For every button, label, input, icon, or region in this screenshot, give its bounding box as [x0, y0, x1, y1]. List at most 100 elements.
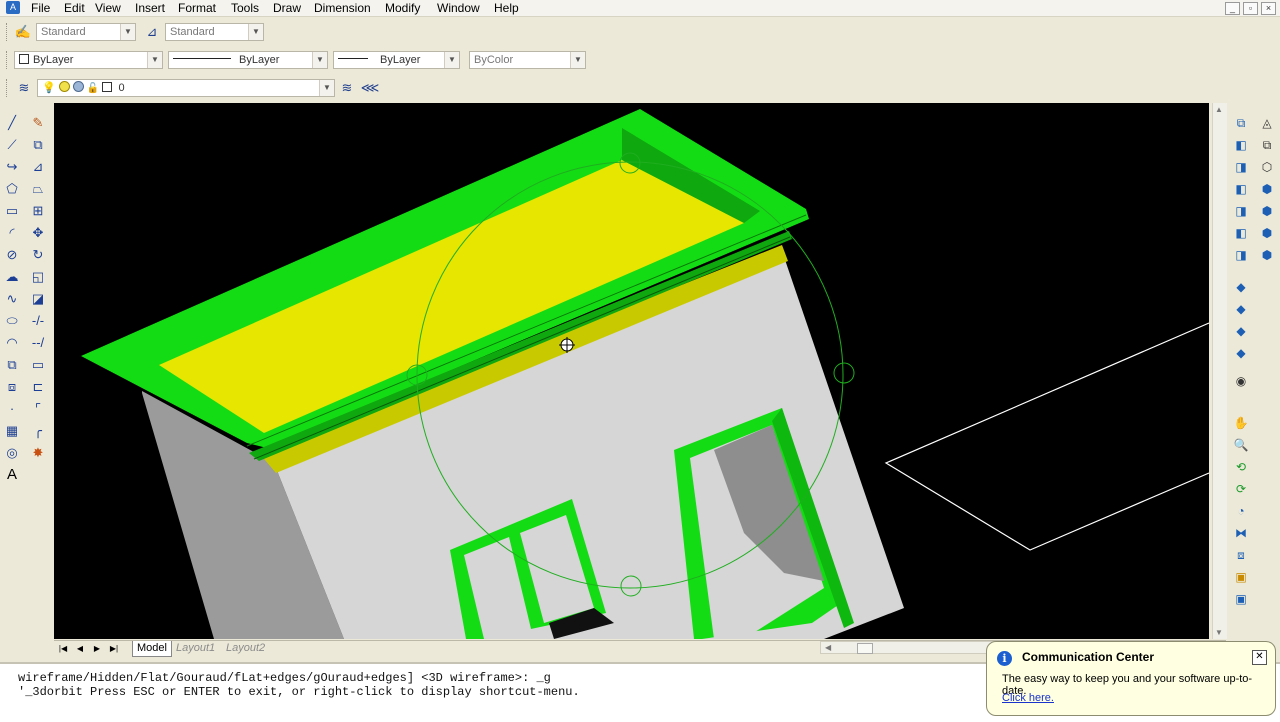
- toolbar-grip[interactable]: [6, 79, 10, 97]
- 2d-wireframe-icon[interactable]: ◬: [1256, 112, 1278, 134]
- make-object-layer-current-icon[interactable]: ≋: [337, 79, 357, 97]
- autocad-app-icon[interactable]: A: [6, 1, 20, 14]
- top-view-icon[interactable]: ◧: [1230, 134, 1252, 156]
- menu-window[interactable]: Window: [435, 0, 482, 16]
- break-icon[interactable]: ⊏: [27, 376, 49, 398]
- menu-file[interactable]: File: [29, 0, 52, 16]
- make-block-icon[interactable]: ⧈: [1, 376, 23, 398]
- prev-tab-icon[interactable]: ◀: [73, 642, 87, 655]
- color-control[interactable]: ByLayer ▼: [14, 51, 163, 69]
- tab-layout2[interactable]: Layout2: [222, 641, 269, 656]
- camera-icon[interactable]: ◉: [1230, 370, 1252, 392]
- spline-icon[interactable]: ∿: [1, 288, 23, 310]
- explode-icon[interactable]: ✸: [27, 442, 49, 464]
- insert-block-icon[interactable]: ⧉: [1, 354, 23, 376]
- toolbar-grip[interactable]: [6, 51, 10, 69]
- arc-icon[interactable]: ◜: [1, 222, 23, 244]
- menu-view[interactable]: View: [93, 0, 123, 16]
- ne-iso-view-icon[interactable]: ◆: [1230, 320, 1252, 342]
- trim-icon[interactable]: -/-: [27, 310, 49, 332]
- back-clip-icon[interactable]: ▣: [1230, 588, 1252, 610]
- linetype-control[interactable]: ByLayer ▼: [168, 51, 328, 69]
- layer-control[interactable]: 💡 🔓 0 ▼: [37, 79, 335, 97]
- se-iso-view-icon[interactable]: ◆: [1230, 298, 1252, 320]
- tab-layout1[interactable]: Layout1: [172, 641, 219, 656]
- named-views-icon[interactable]: ⧉: [1230, 112, 1252, 134]
- menu-modify[interactable]: Modify: [383, 0, 422, 16]
- flat-edges-icon[interactable]: ⬢: [1256, 222, 1278, 244]
- sw-iso-view-icon[interactable]: ◆: [1230, 276, 1252, 298]
- close-icon[interactable]: ✕: [1252, 650, 1267, 665]
- offset-icon[interactable]: ⏢: [27, 178, 49, 200]
- tab-model[interactable]: Model: [132, 641, 172, 657]
- move-icon[interactable]: ✥: [27, 222, 49, 244]
- copy-icon[interactable]: ⧉: [27, 134, 49, 156]
- ellipse-arc-icon[interactable]: ◠: [1, 332, 23, 354]
- line-tool-icon[interactable]: ╱: [1, 112, 23, 134]
- scroll-up-icon[interactable]: ▲: [1215, 105, 1223, 114]
- dim-style-select[interactable]: Standard ▼: [165, 23, 264, 41]
- 3d-wireframe-icon[interactable]: ⧉: [1256, 134, 1278, 156]
- orbit-handle-right[interactable]: [833, 362, 855, 384]
- scroll-down-icon[interactable]: ▼: [1215, 628, 1223, 637]
- lineweight-control[interactable]: ByLayer ▼: [333, 51, 460, 69]
- flat-shaded-icon[interactable]: ⬢: [1256, 178, 1278, 200]
- vertical-scrollbar[interactable]: ▲ ▼: [1212, 103, 1227, 639]
- toolbar-grip[interactable]: [6, 23, 10, 41]
- gouraud-edges-icon[interactable]: ⬢: [1256, 244, 1278, 266]
- last-tab-icon[interactable]: ▶|: [107, 642, 121, 655]
- fillet-icon[interactable]: ╭: [27, 420, 49, 442]
- scale-icon[interactable]: ◱: [27, 266, 49, 288]
- menu-draw[interactable]: Draw: [271, 0, 303, 16]
- text-style-icon[interactable]: ✍: [13, 23, 33, 41]
- scroll-thumb[interactable]: [857, 643, 873, 654]
- continuous-orbit-icon[interactable]: ⟳: [1230, 478, 1252, 500]
- clip-icon[interactable]: ⧈: [1230, 544, 1252, 566]
- erase-icon[interactable]: ✎: [27, 112, 49, 134]
- extend-icon[interactable]: --/: [27, 332, 49, 354]
- mirror-icon[interactable]: ⊿: [27, 156, 49, 178]
- 3d-orbit-icon[interactable]: ⟲: [1230, 456, 1252, 478]
- text-style-select[interactable]: Standard ▼: [36, 23, 136, 41]
- layer-previous-icon[interactable]: ⋘: [360, 79, 380, 97]
- next-tab-icon[interactable]: ▶: [90, 642, 104, 655]
- rectangle-icon[interactable]: ▭: [1, 200, 23, 222]
- ellipse-icon[interactable]: ⬭: [1, 310, 23, 332]
- menu-edit[interactable]: Edit: [62, 0, 87, 16]
- rotate-icon[interactable]: ↻: [27, 244, 49, 266]
- multiline-text-icon[interactable]: A: [1, 464, 23, 486]
- layer-manager-icon[interactable]: ≋: [14, 79, 34, 97]
- plotstyle-control[interactable]: ByColor ▼: [469, 51, 586, 69]
- right-view-icon[interactable]: ◨: [1230, 200, 1252, 222]
- polyline-icon[interactable]: ↪: [1, 156, 23, 178]
- circle-icon[interactable]: ⊘: [1, 244, 23, 266]
- stretch-icon[interactable]: ◪: [27, 288, 49, 310]
- close-button[interactable]: ×: [1261, 2, 1276, 15]
- nw-iso-view-icon[interactable]: ◆: [1230, 342, 1252, 364]
- region-icon[interactable]: ◎: [1, 442, 23, 464]
- menu-format[interactable]: Format: [176, 0, 218, 16]
- click-here-link[interactable]: Click here.: [1002, 692, 1054, 704]
- menu-tools[interactable]: Tools: [229, 0, 261, 16]
- array-icon[interactable]: ⊞: [27, 200, 49, 222]
- model-viewport[interactable]: [54, 103, 1209, 639]
- chamfer-icon[interactable]: ⌜: [27, 398, 49, 420]
- zoom-realtime-icon[interactable]: 🔍: [1230, 434, 1252, 456]
- restore-button[interactable]: ▫: [1243, 2, 1258, 15]
- break-at-point-icon[interactable]: ▭: [27, 354, 49, 376]
- left-view-icon[interactable]: ◧: [1230, 178, 1252, 200]
- hatch-icon[interactable]: ▦: [1, 420, 23, 442]
- point-icon[interactable]: ·: [1, 398, 23, 420]
- minimize-button[interactable]: _: [1225, 2, 1240, 15]
- menu-help[interactable]: Help: [492, 0, 521, 16]
- construction-line-icon[interactable]: ⟋: [1, 134, 23, 156]
- scroll-left-icon[interactable]: ◀: [825, 642, 831, 653]
- first-tab-icon[interactable]: |◀: [56, 642, 70, 655]
- dim-style-icon[interactable]: ⊿: [142, 23, 162, 41]
- front-clip-icon[interactable]: ▣: [1230, 566, 1252, 588]
- swivel-icon[interactable]: ⧓: [1230, 522, 1252, 544]
- menu-dimension[interactable]: Dimension: [312, 0, 373, 16]
- adjust-distance-icon[interactable]: ◔: [1230, 500, 1252, 522]
- menu-insert[interactable]: Insert: [133, 0, 167, 16]
- pan-realtime-icon[interactable]: ✋: [1230, 412, 1252, 434]
